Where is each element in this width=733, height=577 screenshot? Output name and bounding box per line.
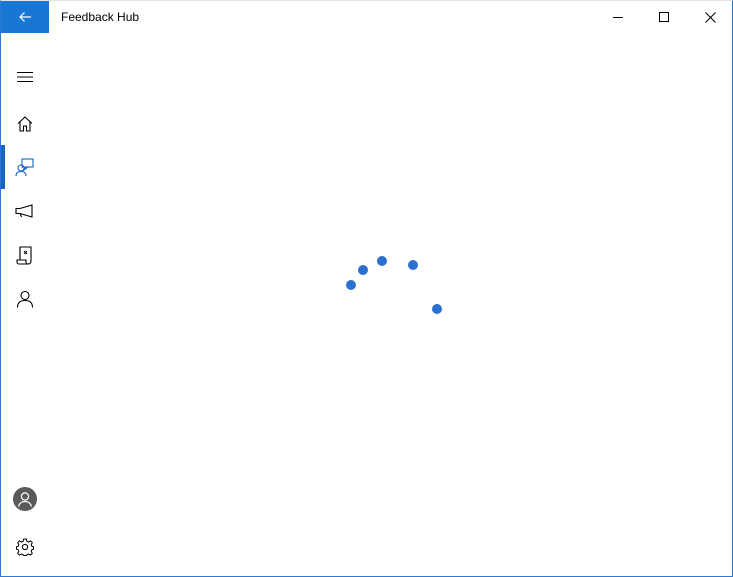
nav-item-achievements[interactable]	[1, 277, 49, 321]
progress-dot	[358, 265, 368, 275]
app-title: Feedback Hub	[61, 10, 140, 24]
minimize-button[interactable]	[595, 1, 641, 33]
maximize-button[interactable]	[641, 1, 687, 33]
nav-settings-button[interactable]	[1, 525, 49, 569]
feedback-icon	[15, 158, 34, 177]
achievements-icon	[16, 290, 34, 308]
maximize-icon	[659, 12, 669, 22]
nav-item-announcements[interactable]	[1, 189, 49, 233]
account-avatar-icon	[13, 487, 37, 511]
nav-item-quests[interactable]	[1, 233, 49, 277]
title-bar: Feedback Hub	[1, 1, 732, 33]
close-button[interactable]	[687, 1, 733, 33]
arrow-left-icon	[19, 12, 31, 22]
progress-ring-icon	[346, 256, 442, 314]
settings-gear-icon	[16, 538, 34, 556]
minimize-icon	[613, 17, 623, 18]
hamburger-icon	[17, 71, 33, 83]
progress-dot	[346, 280, 356, 290]
progress-dot	[377, 256, 387, 266]
nav-item-home[interactable]	[1, 102, 49, 146]
nav-item-feedback[interactable]	[1, 145, 49, 189]
nav-menu-button[interactable]	[1, 55, 49, 99]
close-icon	[704, 11, 716, 23]
quests-icon	[16, 246, 32, 265]
main-content	[49, 33, 732, 577]
home-icon	[17, 116, 33, 132]
back-button[interactable]	[1, 1, 49, 33]
nav-account-button[interactable]	[1, 477, 49, 521]
announcements-icon	[15, 204, 33, 218]
feedback-hub-window: Feedback Hub	[0, 0, 733, 577]
progress-dot	[408, 260, 418, 270]
navigation-pane	[1, 33, 49, 577]
progress-dot	[432, 304, 442, 314]
